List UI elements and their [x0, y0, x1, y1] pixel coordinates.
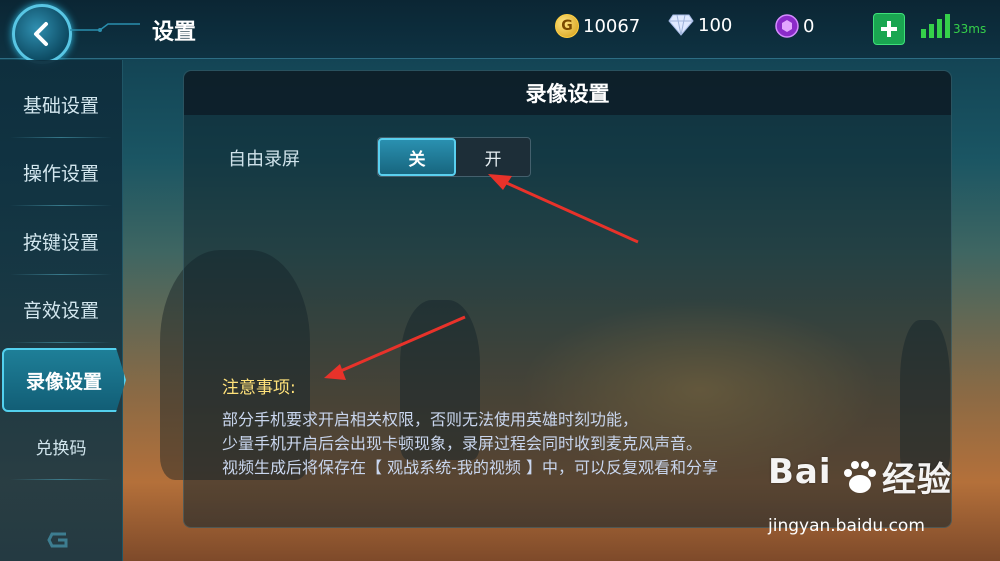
sidebar-item-label: 兑换码 — [35, 438, 87, 459]
gold-coin-icon: G — [555, 14, 579, 38]
gem-amount: 0 — [803, 15, 815, 37]
circuit-decoration-icon — [70, 23, 140, 32]
settings-sidebar: 基础设置 操作设置 按键设置 音效设置 录像设置 兑换码 — [0, 60, 126, 561]
toggle-on-option[interactable]: 开 — [456, 138, 530, 176]
watermark-brand-right: 经验 — [882, 460, 952, 500]
game-logo-icon — [47, 532, 68, 548]
page-title: 设置 — [152, 20, 197, 45]
signal-strength-icon — [921, 14, 950, 38]
free-record-toggle: 关 开 — [377, 137, 531, 177]
watermark-brand-left: Bai — [768, 452, 832, 492]
sidebar-item-keys[interactable]: 按键设置 — [0, 207, 122, 275]
ping-value: 33ms — [953, 22, 987, 36]
sidebar-item-controls[interactable]: 操作设置 — [0, 138, 122, 206]
diamond-icon — [668, 14, 694, 36]
free-record-label: 自由录屏 — [228, 149, 300, 170]
sidebar-item-label: 录像设置 — [25, 370, 102, 393]
sidebar-item-basic[interactable]: 基础设置 — [0, 70, 122, 138]
sidebar-item-recording[interactable]: 录像设置 — [2, 348, 126, 412]
note-line: 少量手机开启后会出现卡顿现象，录屏过程会同时收到麦克风声音。 — [222, 434, 703, 453]
sidebar-item-label: 音效设置 — [22, 299, 99, 322]
plus-icon — [881, 21, 897, 37]
sidebar-item-sound[interactable]: 音效设置 — [0, 275, 122, 343]
chevron-left-icon — [34, 22, 48, 46]
note-line: 视频生成后将保存在【 观战系统-我的视频 】中，可以反复观看和分享 — [222, 458, 718, 477]
sidebar-item-label: 操作设置 — [22, 162, 99, 185]
gold-amount: 10067 — [583, 15, 641, 37]
baidu-jingyan-watermark: Bai 经验 jingyan.baidu.com — [768, 452, 1000, 561]
paw-logo-icon — [844, 461, 876, 493]
gold-counter: G 10067 — [555, 14, 640, 38]
notes-title: 注意事项: — [222, 378, 296, 398]
purple-gem-icon — [775, 14, 799, 38]
gem-counter: 0 — [775, 14, 814, 38]
top-bar: 设置 G 10067 100 0 33ms — [0, 0, 1000, 64]
toggle-off-option[interactable]: 关 — [378, 138, 456, 176]
note-line: 部分手机要求开启相关权限，否则无法使用英雄时刻功能， — [222, 410, 639, 429]
panel-title: 录像设置 — [184, 71, 951, 115]
diamond-amount: 100 — [698, 14, 733, 36]
sidebar-item-label: 按键设置 — [22, 231, 99, 254]
watermark-url: jingyan.baidu.com — [768, 516, 925, 536]
recharge-plus-button[interactable] — [873, 13, 905, 45]
back-button[interactable] — [12, 4, 72, 64]
diamond-counter: 100 — [668, 14, 732, 36]
sidebar-item-label: 基础设置 — [22, 94, 99, 117]
sidebar-item-redeem-code[interactable]: 兑换码 — [0, 412, 122, 480]
